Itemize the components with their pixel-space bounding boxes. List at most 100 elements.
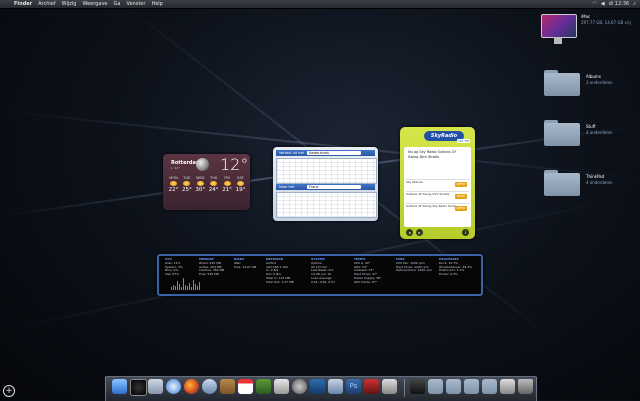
istat-disks: DISKS iMac Free: 14.67 GB <box>234 257 262 292</box>
istat-fans: FANS CPU Fan: 1200 rpm Hard Drive: 1200 … <box>396 257 436 292</box>
menu-wijzig[interactable]: Wijzig <box>62 1 77 7</box>
forecast-day-label: FRI <box>224 176 230 180</box>
translation-widget: Vertaal uit het Nederlands Naar het Fran… <box>273 147 378 221</box>
radio-frequency-badge: 101 FM <box>457 139 470 143</box>
weather-widget[interactable]: Rotterdam L: 11° 12° MON 22° TUE 25° WED 30… <box>163 154 250 210</box>
spotlight-icon[interactable]: ⌕ <box>633 1 636 7</box>
address-book-icon[interactable] <box>220 379 235 394</box>
folder-icon[interactable] <box>482 379 497 394</box>
menu-finder[interactable]: Finder <box>14 1 32 7</box>
translate-source-input[interactable] <box>276 158 377 184</box>
radio-row-text: Sky Nieuws <box>406 180 424 184</box>
dock: Ps <box>105 376 537 401</box>
forecast-high: 19° <box>235 187 246 193</box>
translate-to-label: Naar het <box>279 185 295 189</box>
finder-icon[interactable] <box>112 379 127 394</box>
menu-venster[interactable]: Venster <box>126 1 145 7</box>
app-icon[interactable] <box>328 379 343 394</box>
weather-low: L: 11° <box>171 166 180 170</box>
forecast-day-label: SAT <box>237 176 244 180</box>
radio-more-button[interactable]: MEER <box>455 182 467 187</box>
dock-separator <box>404 379 405 397</box>
translate-from-label: Vertaal uit het <box>279 151 304 155</box>
forecast-high: 30° <box>195 187 206 193</box>
desktop-folder-stuff[interactable]: Stuff 4 onderdelen <box>544 120 634 146</box>
computer-icon <box>541 14 577 44</box>
wifi-icon[interactable]: ◠ <box>592 1 596 7</box>
menu-clock[interactable]: di 12:36 <box>609 1 630 7</box>
folder-icon[interactable] <box>446 379 461 394</box>
add-widget-icon[interactable]: + <box>3 385 15 397</box>
ical-icon[interactable] <box>238 379 253 394</box>
forecast-day: THU 24° <box>207 176 220 193</box>
app-icon[interactable] <box>500 379 515 394</box>
desktop-icon-info: 297,77 GB, 14,67 GB vrij <box>581 20 631 25</box>
desktop-folder-albums[interactable]: Albums 3 onderdelen <box>544 70 634 96</box>
photoshop-icon[interactable]: Ps <box>346 379 361 394</box>
istat-line: Finder: 0.3% <box>439 272 458 277</box>
forecast-high: 21° <box>222 187 232 193</box>
app-icon[interactable] <box>364 379 379 394</box>
forecast-high: 22° <box>168 187 179 193</box>
istat-widget[interactable]: CPU User: 11% System: 3% Nice: 0% Idle: … <box>157 254 483 296</box>
istat-line: Optical Drive: 1200 rpm <box>396 268 433 273</box>
desktop-folder-thinkpad[interactable]: ThinkPad 4 onderdelen <box>544 170 634 196</box>
menu-help[interactable]: Help <box>151 1 162 7</box>
app-icon[interactable] <box>310 379 325 394</box>
translate-from-bar: Vertaal uit het Nederlands <box>276 150 375 156</box>
istat-temps: TEMPS CPU A: 40° GPU: 52° Ambient: 37° H… <box>354 257 392 292</box>
forecast-day: TUE 25° <box>180 176 193 193</box>
trash-icon[interactable] <box>518 379 533 394</box>
translate-to-select[interactable]: Frans <box>307 185 361 189</box>
forecast-day: SAT 19° <box>234 176 247 193</box>
sun-icon <box>223 181 231 186</box>
forecast-high: 24° <box>208 187 219 193</box>
istat-line: Total Out: 1.27 MB <box>266 279 294 284</box>
forecast-day-label: MON <box>169 176 178 180</box>
safari-icon[interactable] <box>166 379 181 394</box>
folder-icon[interactable] <box>464 379 479 394</box>
istat-line: Free: 14.67 GB <box>234 264 257 269</box>
sun-icon <box>196 181 204 186</box>
translate-result-area[interactable] <box>276 192 377 218</box>
radio-row-text: Sultans Of Swing Sky Radio Kerst <box>406 204 456 208</box>
menu-weergave[interactable]: Weergave <box>82 1 107 7</box>
radio-more-button[interactable]: MEER <box>455 206 467 211</box>
desktop-icon-info: 3 onderdelen <box>586 80 613 85</box>
weather-current-temp: 12° <box>220 155 249 174</box>
preview-icon[interactable] <box>256 379 271 394</box>
mail-icon[interactable] <box>148 379 163 394</box>
sun-icon <box>183 181 191 186</box>
menu-bar: Finder Archief Wijzig Weergave Ga Venste… <box>0 0 640 9</box>
dashboard-icon[interactable] <box>130 379 147 396</box>
forecast-day: FRI 21° <box>221 176 234 193</box>
forecast-day: WED 30° <box>194 176 207 193</box>
istat-line: 0.61, 0.62, 0.57 <box>311 279 335 284</box>
desktop-icon-imac[interactable]: iMac 297,77 GB, 14,67 GB vrij <box>541 14 631 44</box>
radio-info-icon[interactable]: i <box>462 229 469 236</box>
volume-icon[interactable]: ◀ <box>601 1 605 7</box>
moon-icon <box>196 158 209 171</box>
menu-archief[interactable]: Archief <box>38 1 56 7</box>
itunes-icon[interactable] <box>202 379 217 394</box>
folder-icon[interactable] <box>428 379 443 394</box>
menu-ga[interactable]: Ga <box>114 1 121 7</box>
menu-extras: ◠ ◀ di 12:36 ⌕ <box>592 0 636 8</box>
radio-row: Sultans Of Swing Sky Radio Kerst MEER <box>406 203 469 214</box>
app-icon[interactable] <box>410 379 425 394</box>
radio-volume-icon[interactable]: ◂ <box>406 229 413 236</box>
system-preferences-icon[interactable] <box>292 379 307 394</box>
radio-play-icon[interactable]: ▸ <box>416 229 423 236</box>
apple-menu-icon[interactable] <box>4 1 10 7</box>
radio-more-button[interactable]: MEER <box>455 194 467 199</box>
sun-icon <box>236 181 244 186</box>
ichat-icon[interactable] <box>274 379 289 394</box>
forecast-day: MON 22° <box>167 176 180 193</box>
weather-forecast: MON 22° TUE 25° WED 30° THU 24° FRI 21° SAT 19… <box>167 176 247 193</box>
radio-now-playing: Nu op Sky Radio Sultans Of Swing Dire St… <box>408 150 456 159</box>
istat-processes: PROCESSES Dock: 70.7% WindowServer: 24.4… <box>439 257 479 292</box>
translate-from-select[interactable]: Nederlands <box>307 151 361 155</box>
firefox-icon[interactable] <box>184 379 199 394</box>
app-icon[interactable] <box>382 379 397 394</box>
forecast-day-label: WED <box>196 176 205 180</box>
